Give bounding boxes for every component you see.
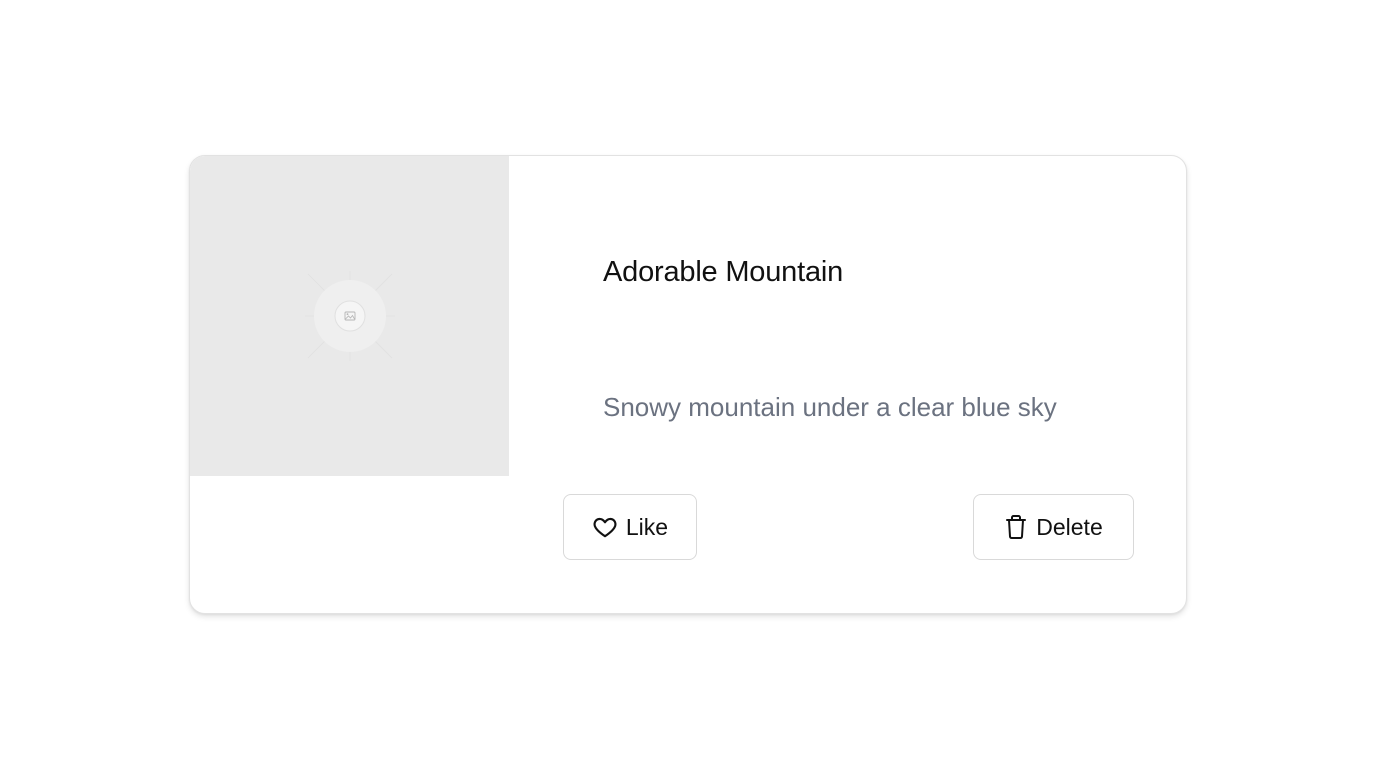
image-placeholder-icon — [305, 271, 395, 361]
like-label: Like — [625, 513, 669, 540]
image-card: Adorable Mountain Snowy mountain under a… — [189, 155, 1187, 614]
trash-icon — [1004, 514, 1028, 540]
like-button[interactable]: Like — [563, 494, 697, 560]
delete-label: Delete — [1036, 513, 1103, 540]
delete-button[interactable]: Delete — [973, 494, 1134, 560]
image-placeholder — [190, 156, 509, 476]
card-title: Adorable Mountain — [603, 256, 844, 288]
heart-icon — [592, 514, 618, 540]
card-description: Snowy mountain under a clear blue sky — [603, 392, 1057, 422]
